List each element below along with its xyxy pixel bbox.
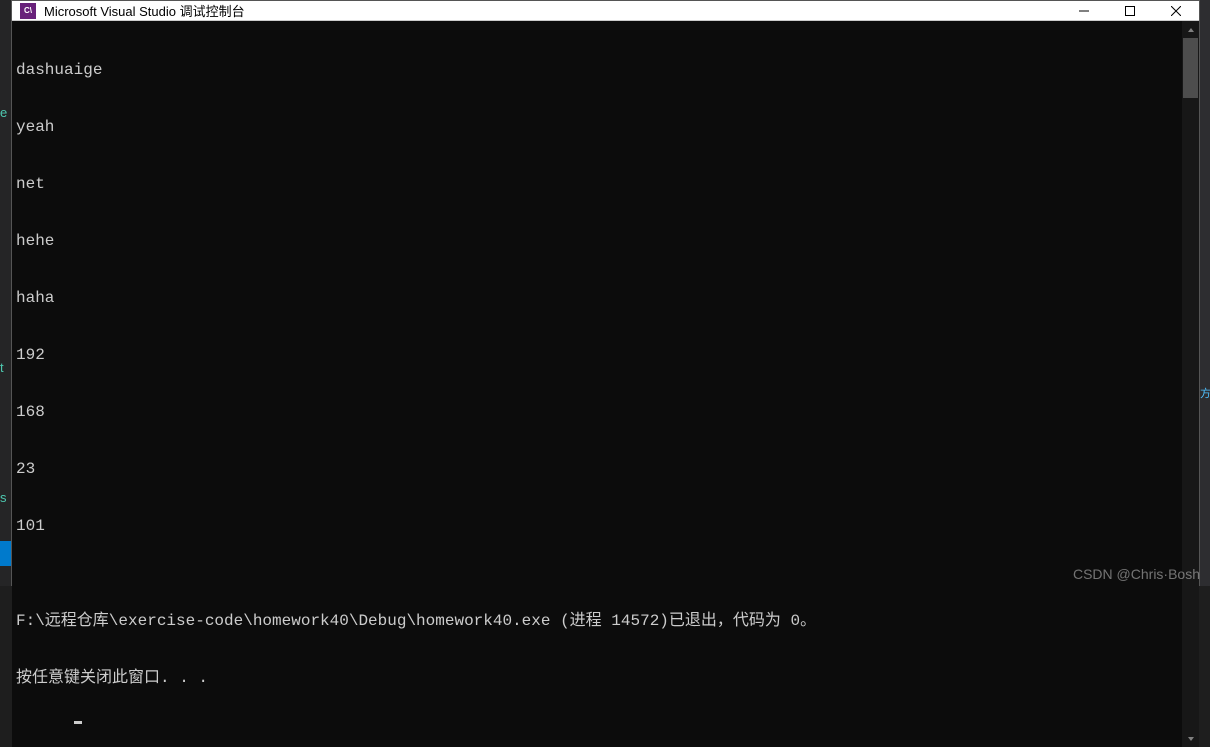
right-hint: 方 [1200,385,1210,401]
output-line: haha [16,289,1178,308]
window-title: Microsoft Visual Studio 调试控制台 [44,1,1061,20]
vertical-scrollbar[interactable] [1182,21,1199,747]
scrollbar-thumb[interactable] [1183,38,1198,98]
titlebar[interactable]: C\ Microsoft Visual Studio 调试控制台 [12,1,1199,21]
window-controls [1061,1,1199,20]
output-line: 168 [16,403,1178,422]
cursor [74,721,82,724]
right-editor-strip: 方 [1200,0,1210,586]
output-line: net [16,175,1178,194]
output-line: F:\远程仓库\exercise-code\homework40\Debug\h… [16,612,1178,631]
console-output[interactable]: dashuaige yeah net hehe haha 192 168 23 … [12,21,1182,747]
output-line: 101 [16,517,1178,536]
scroll-down-arrow-icon[interactable] [1182,730,1199,747]
output-line: 23 [16,460,1178,479]
app-icon: C\ [20,3,36,19]
minimize-icon [1079,6,1089,16]
maximize-button[interactable] [1107,1,1153,20]
output-line: dashuaige [16,61,1178,80]
maximize-icon [1125,6,1135,16]
output-line: 按任意键关闭此窗口. . . [16,669,1178,688]
bg-char: e [0,105,7,120]
output-line: yeah [16,118,1178,137]
close-button[interactable] [1153,1,1199,20]
bg-char: t [0,360,4,375]
console-body: dashuaige yeah net hehe haha 192 168 23 … [12,21,1199,747]
minimize-button[interactable] [1061,1,1107,20]
bg-char: s [0,490,7,505]
output-line: hehe [16,232,1178,251]
console-window: C\ Microsoft Visual Studio 调试控制台 dashuai… [11,0,1200,586]
scroll-up-arrow-icon[interactable] [1182,21,1199,38]
blue-accent [0,541,11,566]
output-line: 192 [16,346,1178,365]
close-icon [1171,6,1181,16]
